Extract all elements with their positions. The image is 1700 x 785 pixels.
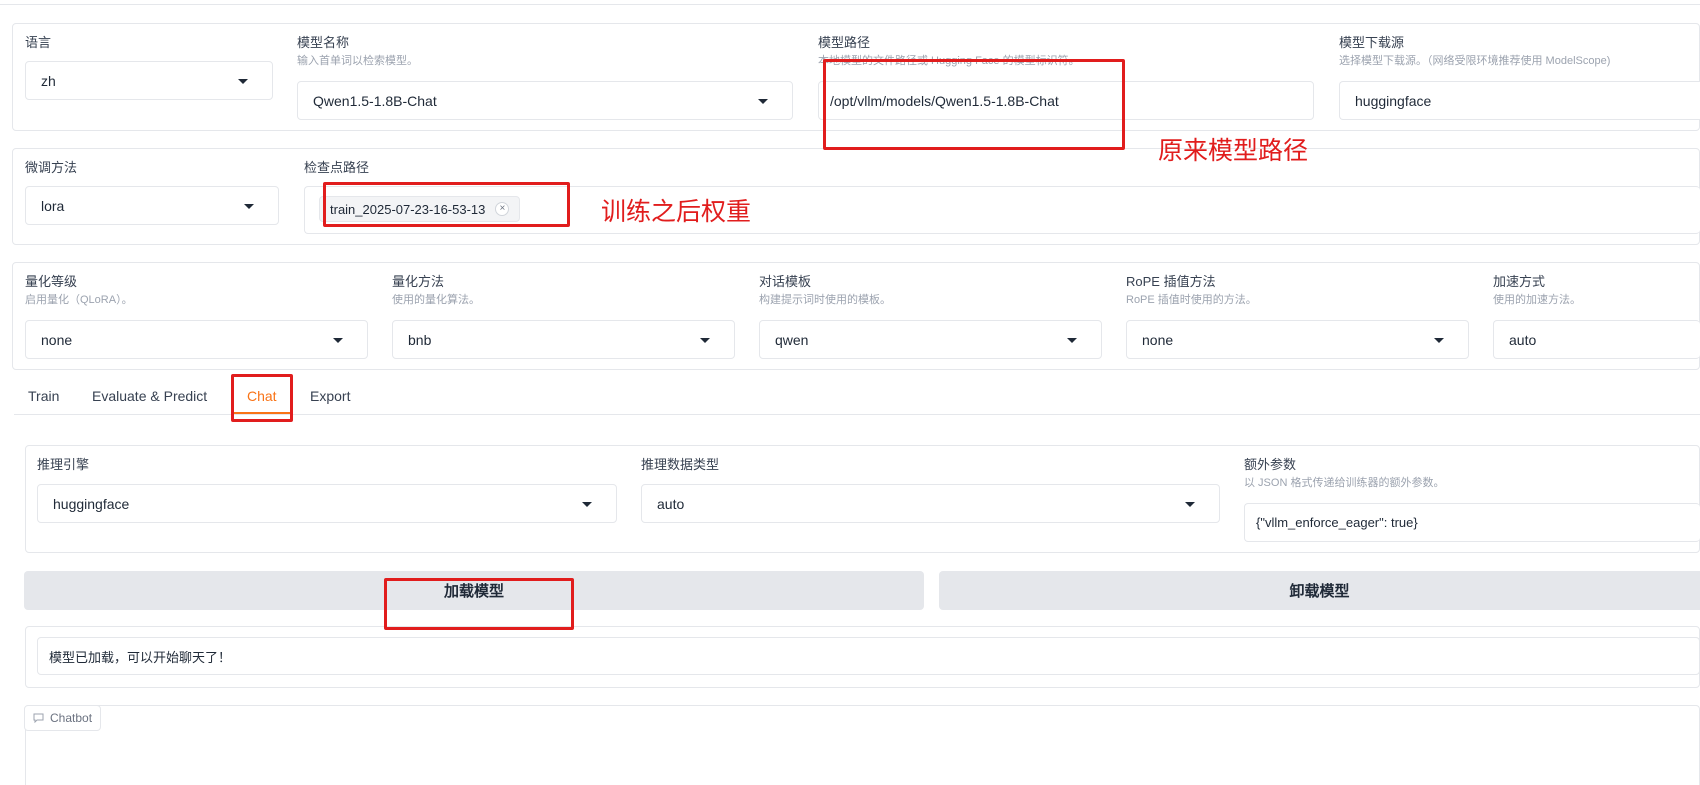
extra-args-field: 额外参数 以 JSON 格式传递给训练器的额外参数。	[1244, 457, 1444, 490]
finetune-method-value: lora	[41, 197, 65, 214]
booster-select[interactable]: auto	[1493, 320, 1700, 359]
infer-dtype-value: auto	[657, 495, 685, 512]
rope-scaling-field: RoPE 插值方法 RoPE 插值时使用的方法。	[1126, 274, 1257, 307]
rope-scaling-label: RoPE 插值方法	[1126, 274, 1216, 289]
language-select[interactable]: zh	[25, 61, 273, 100]
finetune-method-select[interactable]: lora	[25, 186, 279, 225]
rope-scaling-value: none	[1142, 331, 1174, 348]
extra-args-label: 额外参数	[1244, 457, 1297, 472]
finetune-method-label: 微调方法	[25, 160, 78, 175]
extra-args-input[interactable]: {"vllm_enforce_eager": true}	[1244, 503, 1700, 542]
annotation-model-path-note: 原来模型路径	[1158, 137, 1309, 165]
model-name-info: 输入首单词以检索模型。	[297, 55, 418, 67]
chatbot-panel	[25, 705, 1700, 785]
extra-args-info: 以 JSON 格式传递给训练器的额外参数。	[1244, 477, 1445, 489]
status-text: 模型已加载，可以开始聊天了！	[49, 649, 232, 665]
rope-scaling-info: RoPE 插值时使用的方法。	[1126, 294, 1257, 306]
chevron-down-icon	[582, 501, 592, 507]
booster-info: 使用的加速方法。	[1493, 294, 1581, 306]
unload-model-button[interactable]: 卸载模型	[939, 571, 1700, 610]
infer-dtype-label: 推理数据类型	[641, 457, 720, 472]
annotation-checkpoint-note: 训练之后权重	[601, 198, 752, 226]
booster-field: 加速方式 使用的加速方法。	[1493, 274, 1581, 307]
tab-export[interactable]: Export	[310, 388, 350, 404]
finetune-method-field: 微调方法	[25, 160, 77, 176]
infer-dtype-select[interactable]: auto	[641, 484, 1220, 523]
annotation-box-chat-tab	[231, 374, 293, 422]
infer-backend-select[interactable]: huggingface	[37, 484, 617, 523]
language-field: 语言	[25, 35, 51, 51]
annotation-box-checkpoint	[323, 182, 570, 227]
rope-scaling-select[interactable]: none	[1126, 320, 1469, 359]
booster-label: 加速方式	[1493, 274, 1546, 289]
top-divider	[0, 4, 1700, 5]
language-value: zh	[41, 72, 56, 89]
model-name-value: Qwen1.5-1.8B-Chat	[313, 92, 437, 109]
template-label: 对话模板	[759, 274, 812, 289]
unload-model-label: 卸载模型	[1289, 583, 1350, 600]
template-value: qwen	[775, 331, 809, 348]
status-textbox[interactable]: 模型已加载，可以开始聊天了！	[37, 637, 1700, 675]
model-name-label: 模型名称	[297, 35, 350, 50]
template-info: 构建提示词时使用的模板。	[759, 294, 891, 306]
chevron-down-icon	[244, 203, 254, 209]
download-source-value: huggingface	[1355, 92, 1432, 109]
checkpoint-path-label: 检查点路径	[304, 160, 370, 175]
chevron-down-icon	[1185, 501, 1195, 507]
quant-method-value: bnb	[408, 331, 432, 348]
download-source-label: 模型下载源	[1339, 35, 1405, 50]
chevron-down-icon	[700, 337, 710, 343]
model-name-field: 模型名称 输入首单词以检索模型。	[297, 35, 418, 68]
checkpoint-path-field: 检查点路径	[304, 160, 369, 176]
infer-dtype-field: 推理数据类型	[641, 457, 719, 473]
booster-value: auto	[1509, 331, 1537, 348]
chatbot-label-text: Chatbot	[50, 711, 93, 725]
quant-bit-label: 量化等级	[25, 274, 78, 289]
chevron-down-icon	[333, 337, 343, 343]
chat-bubble-icon	[33, 713, 44, 723]
download-source-info: 选择模型下载源。（网络受限环境推荐使用 ModelScope)	[1339, 55, 1611, 67]
tab-train[interactable]: Train	[28, 388, 59, 404]
template-field: 对话模板 构建提示词时使用的模板。	[759, 274, 891, 307]
chatbot-label: Chatbot	[24, 705, 102, 731]
extra-args-value: {"vllm_enforce_eager": true}	[1256, 515, 1418, 530]
quant-method-info: 使用的量化算法。	[392, 294, 480, 306]
language-label: 语言	[25, 35, 52, 50]
download-source-select[interactable]: huggingface	[1339, 81, 1700, 120]
model-path-label: 模型路径	[818, 35, 871, 50]
annotation-box-model-path	[823, 59, 1125, 150]
template-select[interactable]: qwen	[759, 320, 1102, 359]
chevron-down-icon	[1067, 337, 1077, 343]
model-name-select[interactable]: Qwen1.5-1.8B-Chat	[297, 81, 793, 120]
chevron-down-icon	[1434, 337, 1444, 343]
infer-backend-label: 推理引擎	[37, 457, 90, 472]
quant-bit-field: 量化等级 启用量化（QLoRA）。	[25, 274, 133, 307]
quant-method-field: 量化方法 使用的量化算法。	[392, 274, 480, 307]
infer-backend-field: 推理引擎	[37, 457, 89, 473]
quant-method-select[interactable]: bnb	[392, 320, 735, 359]
quant-method-label: 量化方法	[392, 274, 445, 289]
quant-bit-info: 启用量化（QLoRA）。	[25, 294, 133, 306]
quant-bit-value: none	[41, 331, 73, 348]
infer-backend-value: huggingface	[53, 495, 130, 512]
download-source-field: 模型下载源 选择模型下载源。（网络受限环境推荐使用 ModelScope)	[1339, 35, 1610, 68]
chevron-down-icon	[238, 78, 248, 84]
quant-bit-select[interactable]: none	[25, 320, 368, 359]
annotation-box-load-button	[384, 578, 574, 630]
chevron-down-icon	[758, 98, 768, 104]
tab-evaluate-predict[interactable]: Evaluate & Predict	[92, 388, 207, 404]
